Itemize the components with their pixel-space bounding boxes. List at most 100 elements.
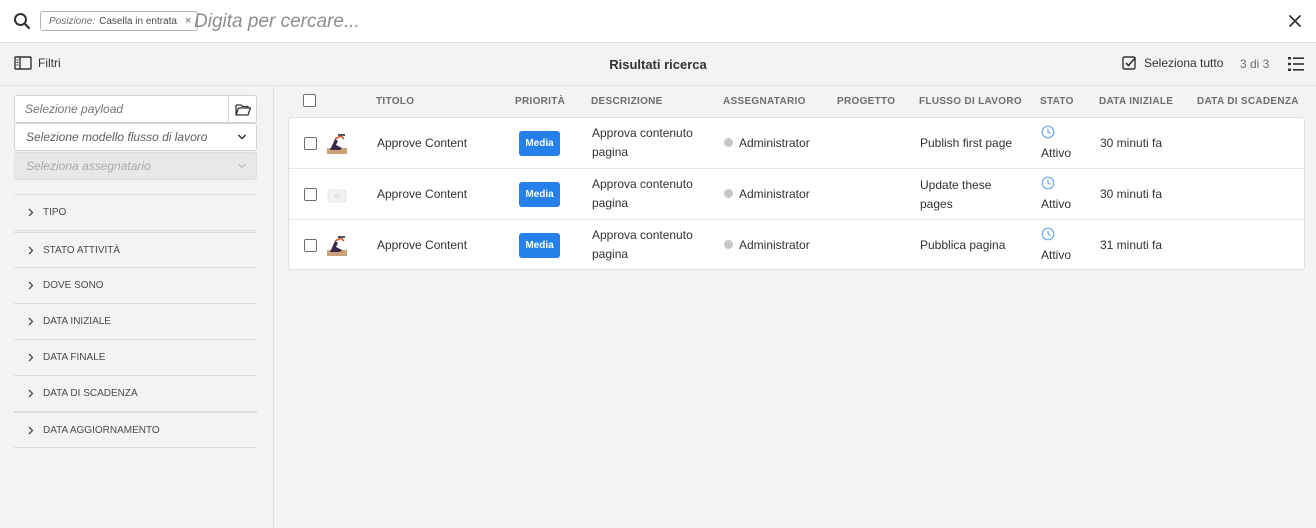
start-date: 31 minuti fa — [1100, 238, 1163, 252]
filter-section-label: DATA FINALE — [43, 352, 106, 363]
clock-icon — [1041, 227, 1055, 241]
location-filter-tag[interactable]: Posizione: Casella in entrata × — [40, 11, 199, 31]
assignee-name: Administrator — [739, 238, 810, 252]
status-text: Attivo — [1041, 248, 1072, 262]
start-date: 30 minuti fa — [1100, 136, 1163, 150]
filter-section-start-date[interactable]: DATA INIZIALE — [14, 304, 257, 340]
folder-open-icon — [234, 103, 251, 116]
workflow-name: pages — [920, 197, 953, 211]
filter-section-end-date[interactable]: DATA FINALE — [14, 340, 257, 376]
chevron-down-icon — [237, 163, 247, 169]
clock-icon — [1041, 176, 1055, 190]
assignee-placeholder: Seleziona assegnatario — [26, 159, 151, 173]
filter-section-label: DATA AGGIORNAMENTO — [43, 424, 160, 436]
filter-section-task-status[interactable]: STATO ATTIVITÀ — [14, 232, 257, 268]
chevron-right-icon — [28, 317, 34, 326]
select-all-label: Seleziona tutto — [1144, 55, 1224, 70]
tag-value: Casella in entrata — [99, 15, 177, 27]
column-header-assignee[interactable]: ASSEGNATARIO — [723, 96, 806, 107]
search-input[interactable] — [194, 9, 994, 35]
filter-section-label: DOVE SONO — [43, 280, 104, 291]
rail-toggle-icon — [14, 56, 32, 70]
assignee-select: Seleziona assegnatario — [14, 152, 257, 180]
table-row[interactable]: Approve Content Media Approva contenuto … — [289, 169, 1304, 220]
column-header-due-date[interactable]: DATA DI SCADENZA — [1197, 96, 1299, 107]
task-title: Approve Content — [377, 187, 468, 201]
column-header-start-date[interactable]: DATA INIZIALE — [1099, 96, 1173, 107]
workflow-model-select[interactable]: Selezione modello flusso di lavoro — [14, 123, 257, 151]
filter-section-update-date[interactable]: DATA AGGIORNAMENTO — [14, 412, 257, 448]
filters-label: Filtri — [38, 56, 61, 70]
chevron-right-icon — [28, 353, 34, 362]
start-date: 30 minuti fa — [1100, 187, 1163, 201]
filter-section-label: STATO ATTIVITÀ — [43, 244, 121, 256]
task-description-line: pagina — [592, 196, 629, 210]
close-icon[interactable] — [1286, 12, 1304, 30]
filter-rail: Selezione modello flusso di lavoro Selez… — [0, 86, 274, 528]
filter-section-label: TIPO — [43, 207, 67, 218]
status-text: Attivo — [1041, 146, 1072, 160]
column-header-workflow[interactable]: FLUSSO DI LAVORO — [919, 96, 1022, 107]
filter-section-label: DATA DI SCADENZA — [43, 388, 138, 399]
column-header-status[interactable]: STATO — [1040, 96, 1074, 107]
chevron-right-icon — [28, 281, 34, 290]
column-header-priority[interactable]: PRIORITÀ — [515, 96, 565, 107]
page-thumbnail-icon — [326, 133, 348, 155]
list-view-icon[interactable] — [1287, 55, 1305, 73]
column-header-title[interactable]: TITOLO — [376, 96, 414, 107]
search-icon — [14, 13, 31, 30]
column-header-project[interactable]: PROGETTO — [837, 96, 895, 107]
task-title: Approve Content — [377, 136, 468, 150]
priority-badge: Media — [519, 131, 560, 156]
chevron-right-icon — [28, 389, 34, 398]
filter-section-due-date[interactable]: DATA DI SCADENZA — [14, 376, 257, 412]
chevron-right-icon — [28, 246, 34, 254]
results-table: Approve Content Media Approva contenuto … — [288, 117, 1305, 270]
task-description-line: pagina — [592, 247, 629, 261]
column-header-description[interactable]: DESCRIZIONE — [591, 96, 663, 107]
placeholder-thumbnail-icon — [327, 189, 347, 203]
priority-badge: Media — [519, 233, 560, 258]
tag-key: Posizione: — [49, 15, 96, 27]
workflow-model-placeholder: Selezione modello flusso di lavoro — [26, 130, 208, 144]
search-bar: Posizione: Casella in entrata × — [0, 0, 1316, 43]
select-all-button[interactable]: Seleziona tutto — [1122, 55, 1223, 70]
payload-field[interactable] — [14, 95, 257, 123]
page-thumbnail-icon — [326, 235, 348, 257]
task-description-line: Approva contenuto — [592, 177, 693, 191]
avatar — [724, 240, 733, 249]
avatar — [724, 138, 733, 147]
row-checkbox[interactable] — [304, 188, 317, 201]
workflow-name: Publish first page — [920, 136, 1013, 150]
row-checkbox[interactable] — [304, 137, 317, 150]
table-row[interactable]: Approve Content Media Approva contenuto … — [289, 118, 1304, 169]
priority-badge: Media — [519, 182, 560, 207]
payload-input[interactable] — [15, 96, 225, 122]
chevron-down-icon — [237, 134, 247, 140]
browse-payload-button[interactable] — [228, 96, 256, 122]
filter-section-where[interactable]: DOVE SONO — [14, 268, 257, 304]
filter-section-label: DATA INIZIALE — [43, 316, 111, 327]
select-all-checkbox[interactable] — [303, 94, 316, 107]
row-checkbox[interactable] — [304, 239, 317, 252]
chevron-right-icon — [28, 426, 34, 434]
task-description-line: Approva contenuto — [592, 126, 693, 140]
task-title: Approve Content — [377, 238, 468, 252]
table-header: TITOLO PRIORITÀ DESCRIZIONE ASSEGNATARIO… — [288, 86, 1305, 117]
remove-tag-icon[interactable]: × — [185, 15, 191, 27]
table-row[interactable]: Approve Content Media Approva contenuto … — [289, 220, 1304, 271]
workflow-name: Pubblica pagina — [920, 238, 1006, 252]
filters-toggle-button[interactable]: Filtri — [14, 56, 61, 70]
page-title: Risultati ricerca — [609, 57, 707, 72]
action-bar: Filtri Risultati ricerca Seleziona tutto… — [0, 43, 1316, 86]
filter-section-type[interactable]: TIPO — [14, 195, 257, 231]
select-all-icon — [1122, 56, 1137, 70]
task-description-line: Approva contenuto — [592, 228, 693, 242]
clock-icon — [1041, 125, 1055, 139]
assignee-name: Administrator — [739, 136, 810, 150]
results-count: 3 di 3 — [1240, 57, 1270, 71]
avatar — [724, 189, 733, 198]
status-text: Attivo — [1041, 197, 1072, 211]
chevron-right-icon — [28, 208, 34, 217]
task-description-line: pagina — [592, 145, 629, 159]
